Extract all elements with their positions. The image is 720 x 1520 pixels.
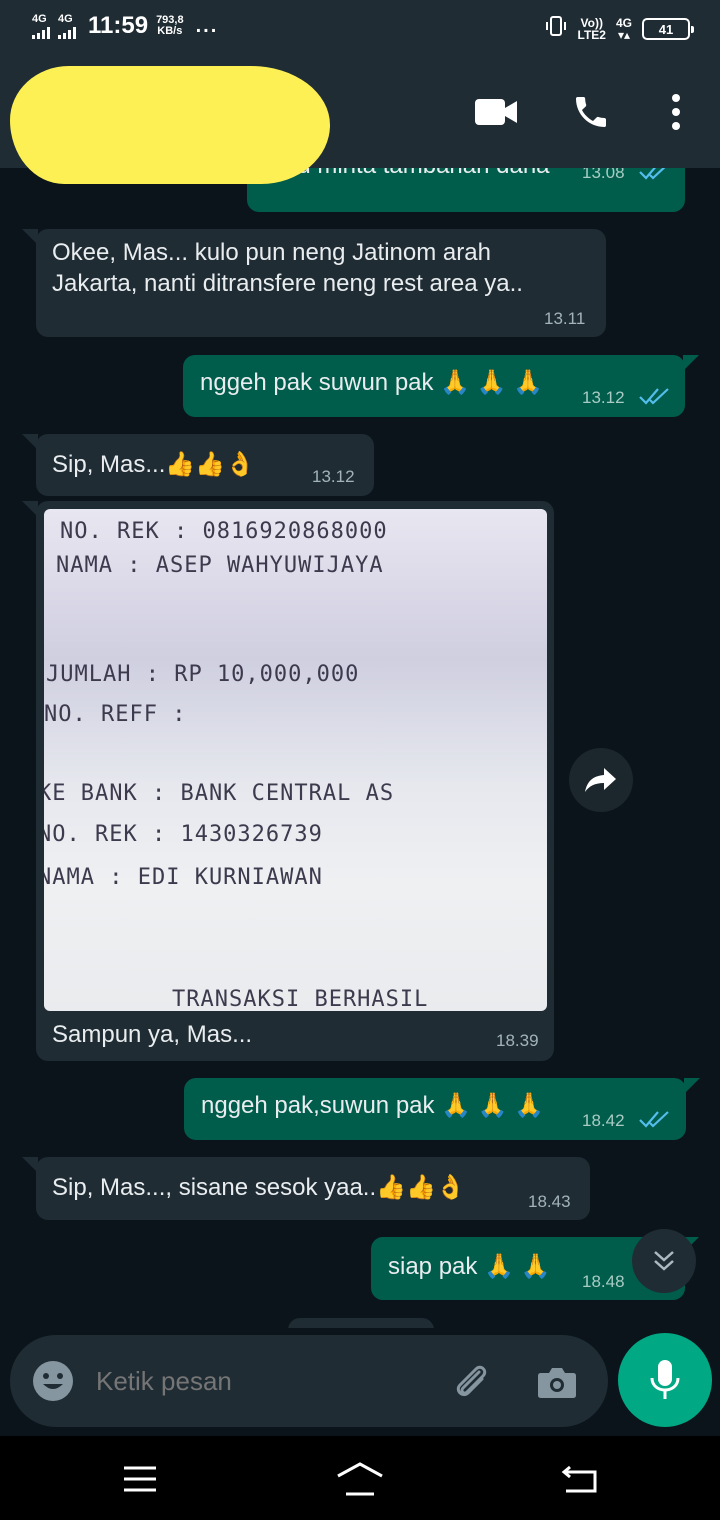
receipt-line: NO. REFF :	[44, 702, 187, 727]
camera-icon[interactable]	[534, 1359, 580, 1405]
more-vert-icon[interactable]	[651, 86, 701, 138]
more-notifications-icon: ...	[195, 14, 219, 37]
volte-bottom-label: LTE2	[577, 28, 606, 42]
read-receipt-icon	[639, 388, 669, 405]
message-text: Sip, Mas...👍👍👌	[52, 451, 256, 478]
message-time: 18.42	[582, 1111, 625, 1130]
message-incoming[interactable]: Okee, Mas... kulo pun neng Jatinom arah …	[22, 229, 606, 337]
home-icon[interactable]	[330, 1454, 390, 1504]
vibrate-icon	[544, 14, 568, 44]
message-time: 18.48	[582, 1272, 625, 1291]
status-bar: 4G 4G 11:59 793,8 KB/s ... Vo)) LTE2 4G …	[0, 0, 720, 58]
message-outgoing[interactable]: nggeh pak,suwun pak 🙏 🙏 🙏 18.42	[184, 1078, 700, 1140]
message-composer	[10, 1335, 608, 1427]
message-outgoing[interactable]: mau minta tambahan dana 13.08	[247, 168, 685, 212]
receipt-line: TRANSAKSI BERHASIL	[172, 987, 429, 1011]
message-incoming[interactable]: Sip, Mas..., sisane sesok yaa..👍👍👌 18.43	[22, 1157, 590, 1220]
network-speed: 793,8 KB/s	[156, 15, 184, 37]
sim2-label: 4G	[58, 12, 73, 25]
system-nav-bar	[0, 1436, 720, 1520]
message-time: 13.08	[582, 168, 625, 182]
chat-header	[0, 58, 720, 184]
scroll-to-bottom-button[interactable]	[632, 1229, 696, 1293]
receipt-line: NAMA : ASEP WAHYUWIJAYA	[56, 553, 384, 578]
sim1-signal-icon: 4G	[32, 12, 50, 39]
message-time: 13.11	[544, 309, 586, 328]
receipt-line: NO. REK : 0816920868000	[60, 519, 388, 544]
receipt-line: NO. REK : 1430326739	[44, 822, 323, 847]
attach-icon[interactable]	[448, 1359, 494, 1405]
image-caption: Sampun ya, Mas...	[52, 1021, 253, 1048]
chat-area[interactable]: mau minta tambahan dana 13.08 Okee, Mas.…	[0, 168, 720, 1328]
emoji-icon[interactable]	[32, 1360, 74, 1402]
message-text: mau minta tambahan dana	[264, 168, 550, 181]
read-receipt-icon	[639, 1111, 669, 1128]
receipt-line: NAMA : EDI KURNIAWAN	[44, 865, 323, 890]
message-incoming[interactable]: Sip, Mas...👍👍👌 13.12	[22, 434, 374, 496]
message-text: nggeh pak,suwun pak 🙏 🙏 🙏	[201, 1092, 545, 1119]
double-chevron-down-icon	[654, 1251, 674, 1271]
receipt-line: KE BANK : BANK CENTRAL AS	[44, 781, 395, 806]
message-text: siap pak 🙏 🙏	[388, 1253, 551, 1280]
video-call-icon[interactable]	[471, 86, 521, 138]
microphone-icon	[650, 1360, 680, 1399]
message-text-line: Jakarta, nanti ditransfere neng rest are…	[52, 270, 523, 297]
volte-indicator: Vo)) LTE2	[578, 17, 606, 41]
message-input[interactable]	[96, 1335, 436, 1427]
clock: 11:59	[88, 12, 149, 39]
read-receipt-icon	[639, 168, 666, 180]
message-time: 18.43	[528, 1192, 571, 1211]
sim2-signal-icon: 4G	[58, 12, 76, 39]
message-time: 18.39	[496, 1031, 539, 1050]
message-time: 13.12	[582, 388, 625, 407]
receipt-line: JUMLAH : RP 10,000,000	[46, 662, 360, 687]
message-incoming-image[interactable]: NO. REK : 0816920868000 NAMA : ASEP WAHY…	[22, 501, 554, 1061]
sim1-label: 4G	[32, 12, 47, 25]
transfer-receipt-image[interactable]: NO. REK : 0816920868000 NAMA : ASEP WAHY…	[44, 509, 547, 1011]
date-chip	[288, 1318, 434, 1328]
message-time: 13.12	[312, 467, 355, 486]
menu-icon[interactable]	[110, 1454, 170, 1504]
network-speed-unit: KB/s	[157, 25, 183, 37]
message-text-line: Okee, Mas... kulo pun neng Jatinom arah	[52, 239, 491, 266]
battery-icon: 41	[642, 18, 694, 40]
back-icon[interactable]	[550, 1454, 610, 1504]
voice-message-button[interactable]	[618, 1333, 712, 1427]
message-outgoing[interactable]: nggeh pak suwun pak 🙏 🙏 🙏 13.12	[183, 355, 699, 417]
message-text: Sip, Mas..., sisane sesok yaa..👍👍👌	[52, 1174, 466, 1201]
redacted-contact-name	[10, 66, 330, 184]
message-text: nggeh pak suwun pak 🙏 🙏 🙏	[200, 369, 544, 396]
voice-call-icon[interactable]	[566, 86, 616, 138]
mobile-data-icon: 4G ▾▴	[615, 16, 632, 42]
forward-icon[interactable]	[569, 748, 633, 812]
